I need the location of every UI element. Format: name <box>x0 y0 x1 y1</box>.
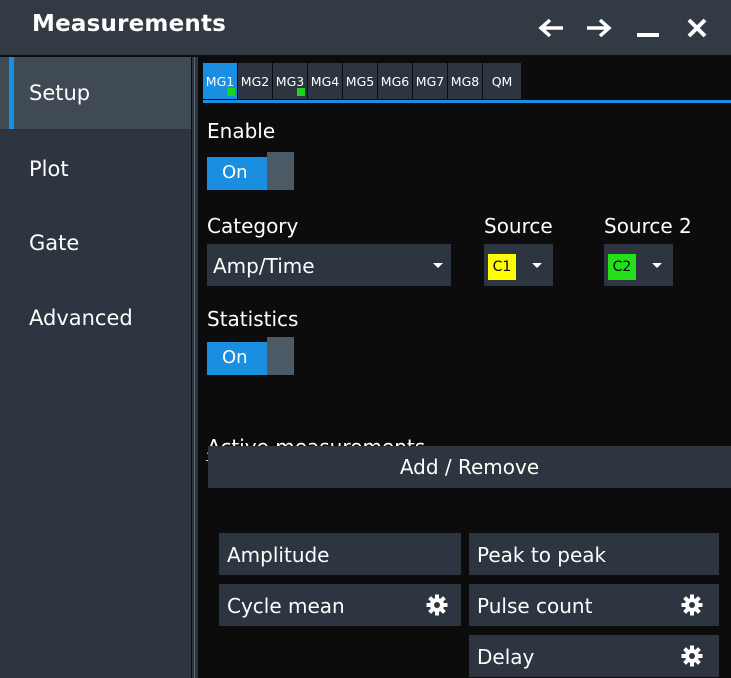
toggle-on-state: On <box>207 342 267 375</box>
minimize-button[interactable] <box>629 8 667 48</box>
measurement-peak-to-peak[interactable]: Peak to peak <box>469 533 719 575</box>
tab-mg5[interactable]: MG5 <box>343 63 377 99</box>
toggle-value: On <box>222 347 248 368</box>
forward-button[interactable] <box>580 8 618 48</box>
tab-mg1[interactable]: MG1 <box>203 63 237 99</box>
toggle-knob <box>267 152 294 190</box>
statistics-toggle[interactable]: On <box>207 337 294 375</box>
gear-icon[interactable] <box>681 594 703 616</box>
tab-mg2[interactable]: MG2 <box>238 63 272 99</box>
chevron-down-icon <box>532 263 542 268</box>
tab-qm[interactable]: QM <box>483 63 521 99</box>
chevron-down-icon <box>433 263 443 268</box>
measurement-group-tabs: MG1 MG2 MG3 MG4 MG5 MG6 MG7 MG8 QM <box>203 63 522 101</box>
title-bar: Measurements <box>0 0 731 56</box>
sidebar: Setup Plot Gate Advanced <box>0 57 191 678</box>
tab-label: MG5 <box>345 73 375 89</box>
tab-mg8[interactable]: MG8 <box>448 63 482 99</box>
tab-label: MG2 <box>240 73 270 89</box>
category-value: Amp/Time <box>213 254 315 278</box>
tab-mg7[interactable]: MG7 <box>413 63 447 99</box>
tab-mg3[interactable]: MG3 <box>273 63 307 99</box>
category-dropdown[interactable]: Amp/Time <box>207 244 451 286</box>
toggle-value: On <box>222 162 248 183</box>
tab-mg6[interactable]: MG6 <box>378 63 412 99</box>
tab-label: QM <box>491 73 513 89</box>
gear-icon[interactable] <box>681 645 703 667</box>
sidebar-item-label: Setup <box>29 81 91 105</box>
tab-label: MG7 <box>415 73 445 89</box>
measurement-label: Cycle mean <box>227 594 345 618</box>
source2-dropdown[interactable]: C2 <box>604 244 673 286</box>
minimize-icon <box>637 33 659 37</box>
sidebar-item-label: Plot <box>29 157 69 181</box>
measurement-pulse-count[interactable]: Pulse count <box>469 584 719 626</box>
tab-label: MG6 <box>380 73 410 89</box>
tab-mg4[interactable]: MG4 <box>308 63 342 99</box>
measurements-window: Measurements Setup Plot Gate Advanced MG… <box>0 0 731 678</box>
measurement-label: Amplitude <box>227 543 330 567</box>
enable-toggle[interactable]: On <box>207 152 294 190</box>
tab-label: MG1 <box>205 73 235 89</box>
enabled-indicator <box>227 88 235 96</box>
sidebar-item-gate[interactable]: Gate <box>0 207 191 279</box>
gear-icon[interactable] <box>426 594 448 616</box>
sidebar-item-label: Advanced <box>29 306 133 330</box>
category-label: Category <box>207 214 299 238</box>
measurement-amplitude[interactable]: Amplitude <box>219 533 461 575</box>
setup-panel: MG1 MG2 MG3 MG4 MG5 MG6 MG7 MG8 QM Enabl… <box>198 57 731 678</box>
chevron-down-icon <box>652 263 662 268</box>
back-button[interactable] <box>532 8 570 48</box>
window-title: Measurements <box>32 11 227 37</box>
statistics-label: Statistics <box>207 307 299 331</box>
tab-label: MG3 <box>275 73 305 89</box>
source2-chip: C2 <box>608 254 636 280</box>
arrow-right-icon <box>587 18 612 38</box>
sidebar-item-advanced[interactable]: Advanced <box>0 282 191 354</box>
sidebar-item-plot[interactable]: Plot <box>0 133 191 205</box>
source2-label: Source 2 <box>604 214 692 238</box>
source-chip: C1 <box>488 254 516 280</box>
source-label: Source <box>484 214 553 238</box>
measurement-cycle-mean[interactable]: Cycle mean <box>219 584 461 626</box>
toggle-on-state: On <box>207 157 267 190</box>
tab-underline <box>203 100 731 103</box>
measurement-delay[interactable]: Delay <box>469 635 719 677</box>
close-button[interactable] <box>678 8 716 48</box>
close-icon <box>687 18 707 38</box>
sidebar-item-setup[interactable]: Setup <box>0 57 191 129</box>
tab-label: MG4 <box>310 73 340 89</box>
source-dropdown[interactable]: C1 <box>484 244 553 286</box>
enable-label: Enable <box>207 119 276 143</box>
enabled-indicator <box>297 88 305 96</box>
tab-label: MG8 <box>450 73 480 89</box>
toggle-knob <box>267 337 294 375</box>
measurement-label: Delay <box>477 645 535 669</box>
sidebar-item-label: Gate <box>29 231 80 255</box>
add-remove-button[interactable]: Add / Remove <box>208 446 731 488</box>
arrow-left-icon <box>538 18 563 38</box>
measurement-label: Peak to peak <box>477 543 607 567</box>
measurement-label: Pulse count <box>477 594 593 618</box>
